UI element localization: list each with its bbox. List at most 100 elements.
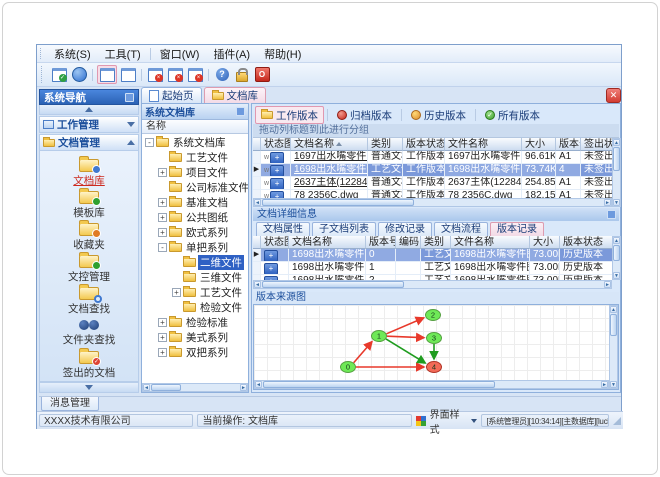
tree-node[interactable]: + 工艺文件 [142, 285, 248, 300]
column-header-sorted[interactable]: 文档名称 [291, 138, 368, 151]
scroll-thumb[interactable] [613, 147, 620, 171]
tab-modify-records[interactable]: 修改记录 [378, 222, 432, 236]
toolbar-grip[interactable] [40, 47, 44, 60]
column-header[interactable]: 类别 [368, 138, 403, 151]
scroll-thumb[interactable] [613, 245, 620, 261]
expand-icon[interactable]: + [158, 318, 167, 327]
tab-start-page[interactable]: 起始页 [141, 87, 202, 103]
work-version-button[interactable]: 工作版本 [255, 106, 324, 124]
tree-column-header[interactable]: 名称 [142, 120, 248, 134]
horizontal-scrollbar[interactable]: ◄ ► [253, 280, 612, 289]
sidebar-item-template-library[interactable]: 模板库 [73, 187, 105, 221]
tree-node[interactable]: + 公共图纸 [142, 210, 248, 225]
column-header[interactable]: 版本号 [556, 138, 581, 151]
help-icon[interactable]: ? [213, 66, 231, 84]
panel-layout-icon[interactable] [119, 66, 137, 84]
scroll-down-icon[interactable]: ▼ [610, 381, 617, 388]
tree-node[interactable]: + 基准文档 [142, 195, 248, 210]
sidebar-collapse-bottom[interactable] [39, 382, 139, 393]
pin-icon[interactable] [607, 210, 616, 219]
column-header[interactable]: 文档名称 [289, 236, 366, 249]
resize-grip[interactable] [613, 416, 621, 425]
sidebar-item-doc-search[interactable]: 文档查找 [68, 283, 110, 317]
scroll-thumb[interactable] [263, 381, 495, 388]
all-versions-button[interactable]: ✓ 所有版本 [479, 106, 546, 124]
tab-subdoc-list[interactable]: 子文档列表 [312, 222, 376, 236]
horizontal-scrollbar[interactable]: ◄ ► [254, 380, 609, 389]
column-header[interactable]: 类别 [421, 236, 451, 249]
tree-node[interactable]: 工艺文件 [142, 150, 248, 165]
expand-icon[interactable]: + [158, 348, 167, 357]
scroll-down-icon[interactable]: ▼ [613, 272, 620, 279]
scroll-up-icon[interactable]: ▲ [613, 237, 620, 244]
close-all-icon[interactable]: × [186, 66, 204, 84]
expand-icon[interactable]: + [158, 213, 167, 222]
scroll-thumb[interactable] [262, 281, 404, 288]
table-row-selected[interactable]: ▶ w+ 1698出水嘴零件图.dwg 工艺文件 工作版本 1698出水嘴零件图… [253, 164, 612, 177]
column-header[interactable]: 文件名称 [451, 236, 530, 249]
sidebar-item-favorites[interactable]: 收藏夹 [73, 219, 105, 253]
sidebar-group-work[interactable]: 工作管理 [39, 116, 139, 133]
expand-icon[interactable]: + [172, 288, 181, 297]
tree-node[interactable]: - 系统文档库 [142, 135, 248, 150]
tab-version-records[interactable]: 版本记录 [490, 222, 544, 236]
menu-tools[interactable]: 工具(T) [98, 46, 148, 62]
horizontal-scrollbar[interactable]: ◄ ► [142, 383, 248, 392]
column-header[interactable]: 版本号 [366, 236, 396, 249]
scroll-right-icon[interactable]: ► [601, 381, 608, 388]
table-row[interactable]: + 1698出水嘴零件图.dwg 1 工艺文件 1698出水嘴零件图.dwg 7… [253, 262, 612, 275]
column-header[interactable]: 签出状态 [581, 138, 612, 151]
column-header[interactable]: 版本状态 [403, 138, 445, 151]
tree-node[interactable]: + 双把系列 [142, 345, 248, 360]
lock-icon[interactable] [233, 66, 251, 84]
sidebar-group-document[interactable]: 文档管理 [39, 134, 139, 151]
table-row[interactable]: w+ 2637主体(12284).dwg 普通文档 工作版本 2637主体(12… [253, 177, 612, 190]
column-header[interactable]: 编码 [396, 236, 421, 249]
tab-doc-properties[interactable]: 文档属性 [256, 222, 310, 236]
scroll-left-icon[interactable]: ◄ [143, 384, 150, 391]
column-header[interactable]: 状态图 [261, 236, 289, 249]
tree-node-selected[interactable]: 二维文件 [142, 255, 248, 270]
table-row[interactable]: w+ 1697出水嘴零件图.dwg 普通文档 工作版本 1697出水嘴零件图.d… [253, 151, 612, 164]
tree-node[interactable]: 三维文件 [142, 270, 248, 285]
ui-style-dropdown[interactable]: 界面样式 [430, 406, 478, 436]
expand-icon[interactable]: + [158, 228, 167, 237]
tree-node[interactable]: 检验文件 [142, 300, 248, 315]
tree-node[interactable]: - 单把系列 [142, 240, 248, 255]
scroll-right-icon[interactable]: ► [604, 281, 611, 288]
scroll-right-icon[interactable]: ► [604, 199, 611, 206]
scroll-left-icon[interactable]: ◄ [254, 199, 261, 206]
sidebar-collapse-top[interactable] [39, 105, 139, 115]
sidebar-item-doc-control[interactable]: 文控管理 [68, 251, 110, 285]
menu-window[interactable]: 窗口(W) [153, 46, 207, 62]
scroll-right-icon[interactable]: ► [240, 384, 247, 391]
column-header[interactable]: 状态图 [261, 138, 291, 151]
menu-plugins[interactable]: 插件(A) [206, 46, 257, 62]
scroll-left-icon[interactable]: ◄ [254, 281, 261, 288]
tab-message-management[interactable]: 消息管理 [41, 397, 99, 411]
scroll-up-icon[interactable]: ▲ [610, 306, 617, 313]
history-version-button[interactable]: 历史版本 [405, 106, 472, 124]
sidebar-item-document-library[interactable]: 文档库 [73, 155, 105, 189]
toolbar-grip[interactable] [41, 66, 45, 83]
expand-icon[interactable]: + [158, 333, 167, 342]
table-row-selected[interactable]: ▶ + 1698出水嘴零件图.dwg 0 工艺文件 1698出水嘴零件图.dwg… [253, 249, 612, 262]
menu-help[interactable]: 帮助(H) [257, 46, 308, 62]
column-header[interactable]: 版本状态 [560, 236, 612, 249]
pin-icon[interactable] [125, 92, 134, 102]
column-header[interactable]: 文件名称 [445, 138, 522, 151]
scroll-up-icon[interactable]: ▲ [613, 139, 620, 146]
tab-document-library[interactable]: 文档库 [203, 87, 266, 103]
tree-node[interactable]: 公司标准文件 [142, 180, 248, 195]
expand-icon[interactable]: - [158, 243, 167, 252]
navigation-panel-icon[interactable] [97, 65, 117, 84]
sidebar-item-checked-out-docs[interactable]: ✓ 签出的文档 [63, 347, 115, 381]
scroll-left-icon[interactable]: ◄ [255, 381, 262, 388]
tree-node[interactable]: + 欧式系列 [142, 225, 248, 240]
scroll-down-icon[interactable]: ▼ [613, 199, 620, 206]
column-header[interactable]: 大小 [530, 236, 560, 249]
menu-system[interactable]: 系统(S) [47, 46, 98, 62]
exit-icon[interactable]: O [253, 66, 271, 84]
vertical-scrollbar[interactable]: ▲ ▼ [609, 305, 618, 389]
window-check-icon[interactable]: ✓ [50, 66, 68, 84]
